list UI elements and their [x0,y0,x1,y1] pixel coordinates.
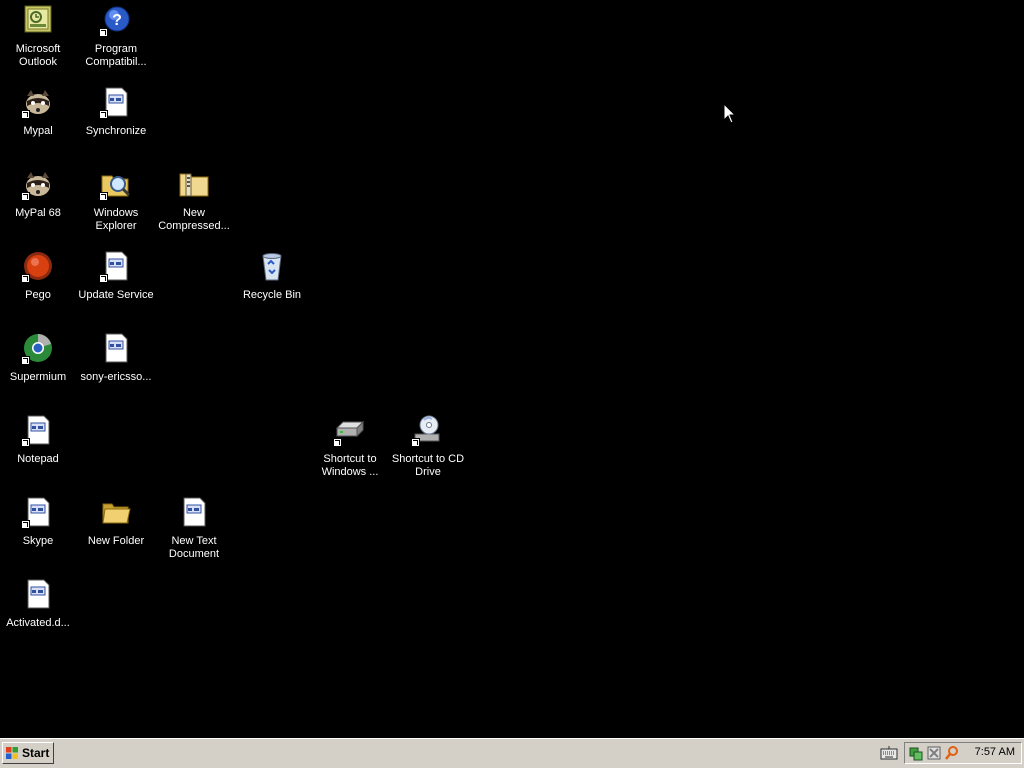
icon-label: Shortcut to Windows ... [321,453,379,478]
start-label: Start [22,746,50,760]
pego-icon [21,250,54,283]
search-icon[interactable] [944,745,960,761]
icon-label: Skype [22,535,54,547]
shortcut-arrow-icon [99,274,108,283]
shortcut-arrow-icon [99,192,108,201]
shortcut-arrow-icon [21,356,30,365]
desktop-icon-program-compatibility[interactable]: ? Program Compatibil... [78,2,154,72]
network-icon[interactable] [908,745,924,761]
shortcut-arrow-icon [21,274,30,283]
icon-label: MyPal 68 [15,207,61,219]
desktop-icon-sony-ericsson[interactable]: sony-ericsso... [78,330,154,400]
outlook-icon [22,4,54,36]
icon-label: Microsoft Outlook [15,43,61,68]
clock[interactable]: 7:57 AM [975,746,1015,758]
desktop-icon-microsoft-outlook[interactable]: Microsoft Outlook [0,2,76,72]
desktop-icon-skype[interactable]: Skype [0,494,76,564]
icon-label: New Compressed... [158,207,230,232]
shortcut-arrow-icon [21,438,30,447]
windows-logo-icon [6,747,18,759]
help-icon: ? [99,4,132,37]
icon-label: Program Compatibil... [85,43,147,68]
shortcut-arrow-icon [21,192,30,201]
desktop-icon-mypal-68[interactable]: MyPal 68 [0,166,76,236]
document-icon [21,496,54,529]
icon-label: Synchronize [85,125,147,137]
supermium-icon [21,332,54,365]
document-icon [178,496,210,528]
start-button[interactable]: Start [2,742,54,764]
zip-folder-icon [178,168,210,200]
shortcut-arrow-icon [99,28,108,37]
desktop-icon-recycle-bin[interactable]: Recycle Bin [234,248,310,318]
document-icon [99,250,132,283]
icon-label: sony-ericsso... [80,371,152,383]
shortcut-arrow-icon [99,110,108,119]
desktop-icon-synchronize[interactable]: Synchronize [78,84,154,154]
keyboard-icon[interactable] [880,746,898,760]
desktop-icon-shortcut-windows[interactable]: Shortcut to Windows ... [312,412,388,482]
desktop-icon-update-service[interactable]: Update Service [78,248,154,318]
document-icon [21,414,54,447]
recycle-bin-icon [256,250,288,282]
desktop-icon-new-text-document[interactable]: New Text Document [156,494,232,564]
desktop-icon-notepad[interactable]: Notepad [0,412,76,482]
desktop-icon-mypal[interactable]: Mypal [0,84,76,154]
folder-icon [100,496,132,528]
desktop-icon-shortcut-cd-drive[interactable]: Shortcut to CD Drive [390,412,466,482]
cd-drive-icon [411,414,444,447]
antivirus-icon[interactable] [926,745,942,761]
desktop-icon-supermium[interactable]: Supermium [0,330,76,400]
icon-label: New Text Document [168,535,220,560]
raccoon-icon [21,86,54,119]
icon-label: Mypal [23,125,53,137]
desktop-icon-new-compressed[interactable]: New Compressed... [156,166,232,236]
document-icon [22,578,54,610]
shortcut-arrow-icon [411,438,420,447]
icon-label: Activated.d... [6,617,70,629]
desktop-icon-new-folder[interactable]: New Folder [78,494,154,564]
icon-label: Pego [25,289,51,301]
shortcut-arrow-icon [21,520,30,529]
hard-drive-icon [333,414,366,447]
icon-label: Notepad [17,453,59,465]
icon-label: Supermium [9,371,67,383]
shortcut-arrow-icon [333,438,342,447]
icon-label: Recycle Bin [242,289,302,301]
raccoon-icon [21,168,54,201]
system-tray: 7:57 AM [904,742,1022,764]
desktop-icon-windows-explorer[interactable]: Windows Explorer [78,166,154,236]
shortcut-arrow-icon [21,110,30,119]
icon-label: Update Service [78,289,154,301]
icon-label: Shortcut to CD Drive [391,453,465,478]
taskbar: Start 7:57 AM [0,738,1024,768]
icon-label: Windows Explorer [93,207,139,232]
icon-label: New Folder [87,535,145,547]
desktop-icon-activated[interactable]: Activated.d... [0,576,76,646]
document-icon [100,332,132,364]
desktop-icon-pego[interactable]: Pego [0,248,76,318]
desktop[interactable]: Microsoft Outlook Mypal MyPal 68 Pego Su… [0,0,1024,738]
document-icon [99,86,132,119]
svg-text:?: ? [112,12,122,29]
explorer-folder-icon [99,168,132,201]
mouse-cursor-icon [723,103,737,124]
